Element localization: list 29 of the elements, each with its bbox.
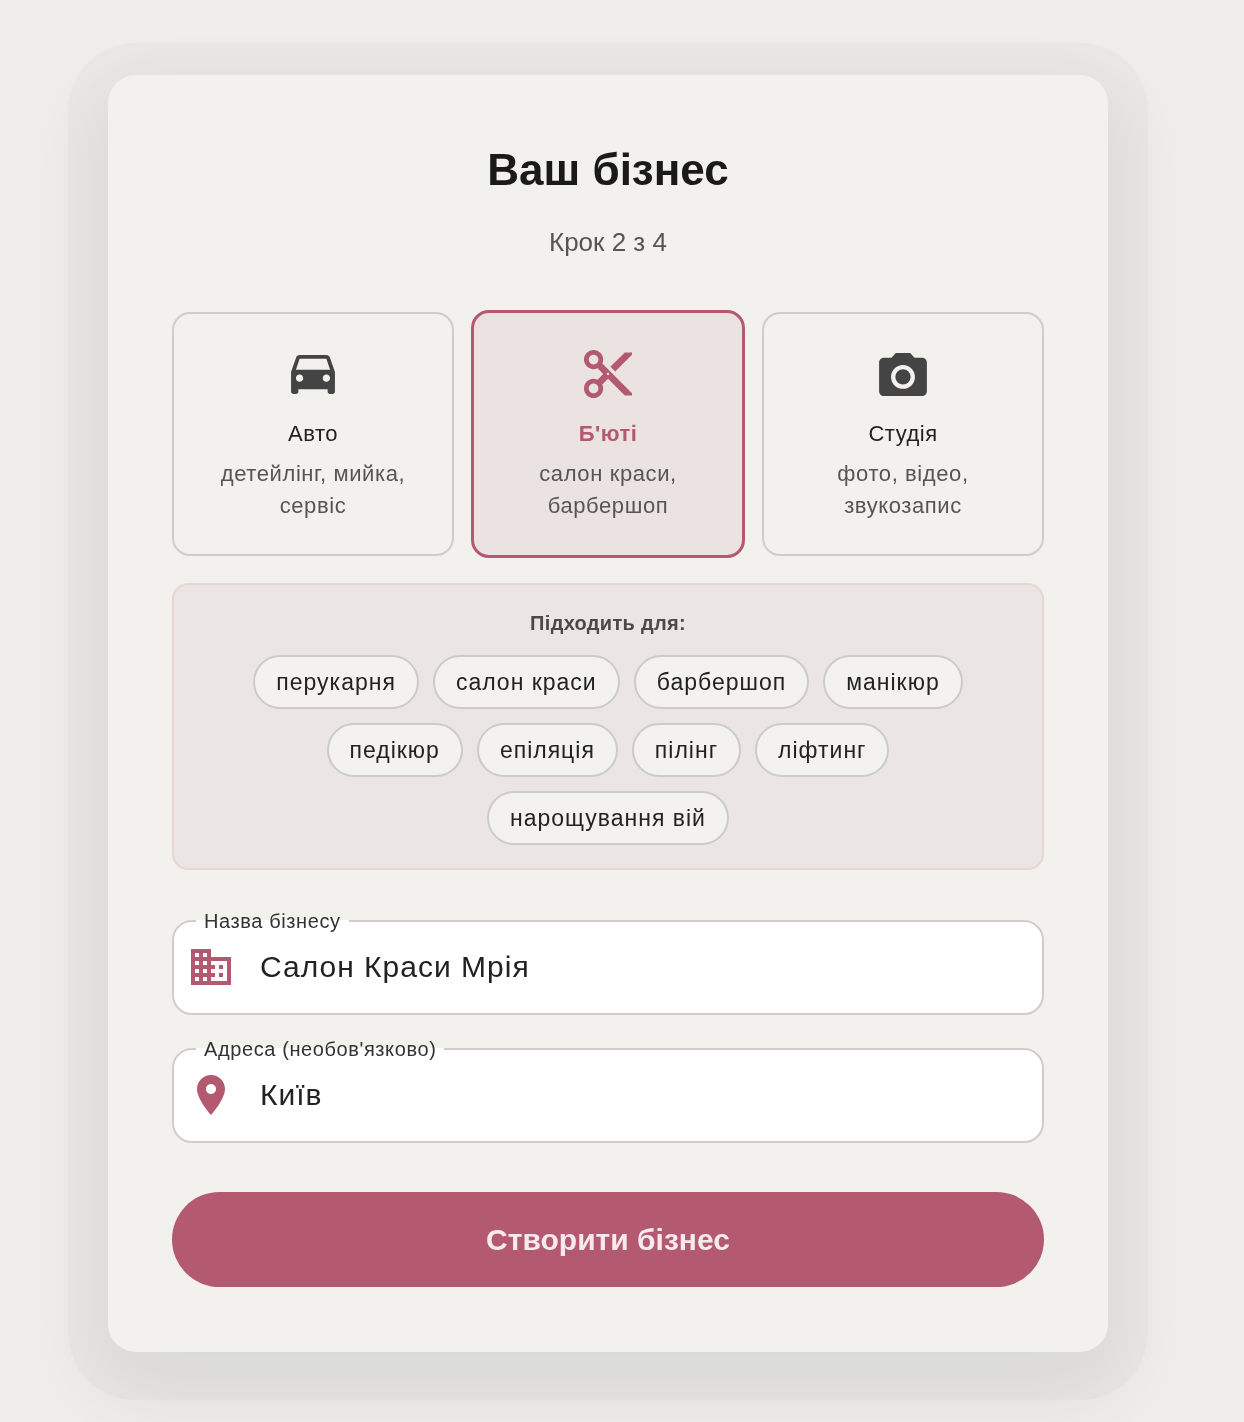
scissors-icon xyxy=(584,350,632,398)
category-description: салон краси, барбершоп xyxy=(538,460,678,520)
car-icon xyxy=(291,354,335,394)
business-type-tag: пілінг xyxy=(631,723,742,777)
category-description: фото, відео, звукозапис xyxy=(836,460,970,520)
page-title: Ваш бізнес xyxy=(486,144,730,196)
business-type-tag: ліфтинг xyxy=(755,723,890,777)
category-title: Студія xyxy=(868,420,938,448)
business-type-tag: епіляція xyxy=(476,723,618,777)
business-type-tag: педікюр xyxy=(326,723,463,777)
field-label: Назва бізнесу xyxy=(203,909,342,933)
location-pin-icon xyxy=(197,1075,225,1115)
category-card[interactable]: Б'юті салон краси, барбершоп xyxy=(471,310,745,558)
building-icon xyxy=(191,949,231,985)
field-label: Адреса (необов'язково) xyxy=(203,1037,438,1061)
panel-title: Підходить для: xyxy=(530,611,686,635)
business-type-tag: барбершоп xyxy=(633,655,810,709)
business-type-tag: нарощування вій xyxy=(487,791,729,845)
category-title: Авто xyxy=(288,420,338,448)
business-type-tag: перукарня xyxy=(253,655,419,709)
category-title: Б'юті xyxy=(578,420,638,448)
business-type-tag: салон краси xyxy=(432,655,620,709)
category-description: детейлінг, мийка, сервіс xyxy=(219,460,407,520)
category-card[interactable]: Студія фото, відео, звукозапис xyxy=(762,312,1044,556)
camera-icon xyxy=(879,352,927,396)
step-indicator: Крок 2 з 4 xyxy=(548,227,668,258)
create-business-button[interactable]: Створити бізнес xyxy=(172,1192,1044,1287)
business-type-tag: манікюр xyxy=(823,655,963,709)
category-card[interactable]: Авто детейлінг, мийка, сервіс xyxy=(172,312,454,556)
